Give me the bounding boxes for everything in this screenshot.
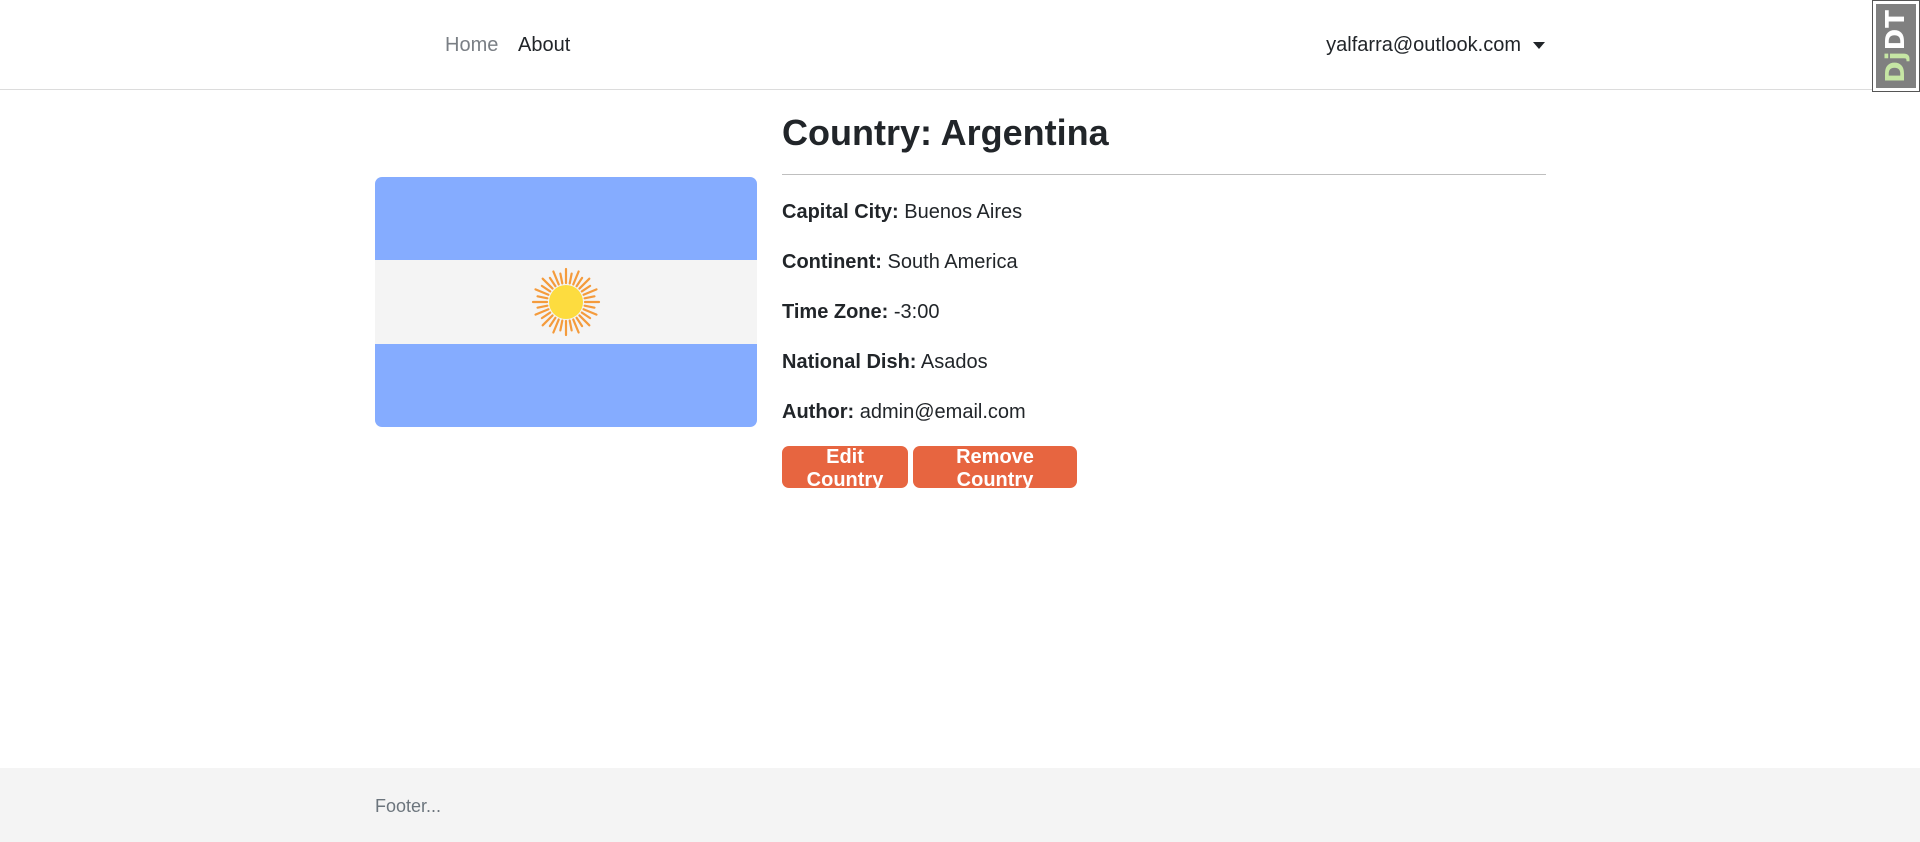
- field-label: National Dish:: [782, 351, 917, 373]
- debug-toolbar-logo-text: DjDT: [1881, 9, 1912, 83]
- navbar: Home About yalfarra@outlook.com: [0, 0, 1920, 90]
- debug-toolbar-logo: DjDT: [1876, 4, 1916, 88]
- user-dropdown[interactable]: yalfarra@outlook.com: [1326, 34, 1545, 57]
- footer-text: Footer...: [375, 796, 442, 816]
- continent-row: Continent: South America: [782, 250, 1018, 274]
- field-value: South America: [887, 251, 1018, 273]
- user-email: yalfarra@outlook.com: [1326, 34, 1521, 56]
- field-value: admin@email.com: [859, 401, 1026, 423]
- nav-home-link[interactable]: Home: [445, 34, 498, 57]
- author-row: Author: admin@email.com: [782, 400, 1026, 424]
- field-value: Buenos Aires: [904, 201, 1023, 223]
- nav-about-link[interactable]: About: [518, 34, 570, 57]
- caret-down-icon: [1533, 42, 1545, 49]
- field-label: Author:: [782, 401, 855, 423]
- field-value: Asados: [920, 351, 988, 373]
- title-divider: [782, 174, 1546, 175]
- field-label: Capital City:: [782, 201, 899, 223]
- footer: Footer...: [0, 768, 1920, 842]
- national-dish-row: National Dish: Asados: [782, 350, 988, 374]
- capital-city-row: Capital City: Buenos Aires: [782, 200, 1022, 224]
- page-title: Country: Argentina: [782, 112, 1109, 153]
- field-value: -3:00: [893, 301, 940, 323]
- country-details: Country: Argentina Capital City: Buenos …: [782, 110, 1546, 423]
- django-debug-toolbar-handle[interactable]: DjDT: [1872, 0, 1920, 92]
- field-label: Time Zone:: [782, 301, 889, 323]
- country-flag-image: [375, 177, 757, 427]
- sun-icon: [531, 267, 601, 337]
- remove-country-button[interactable]: Remove Country: [913, 446, 1077, 491]
- edit-country-button[interactable]: Edit Country: [782, 446, 908, 491]
- time-zone-row: Time Zone: -3:00: [782, 300, 939, 324]
- field-label: Continent:: [782, 251, 882, 273]
